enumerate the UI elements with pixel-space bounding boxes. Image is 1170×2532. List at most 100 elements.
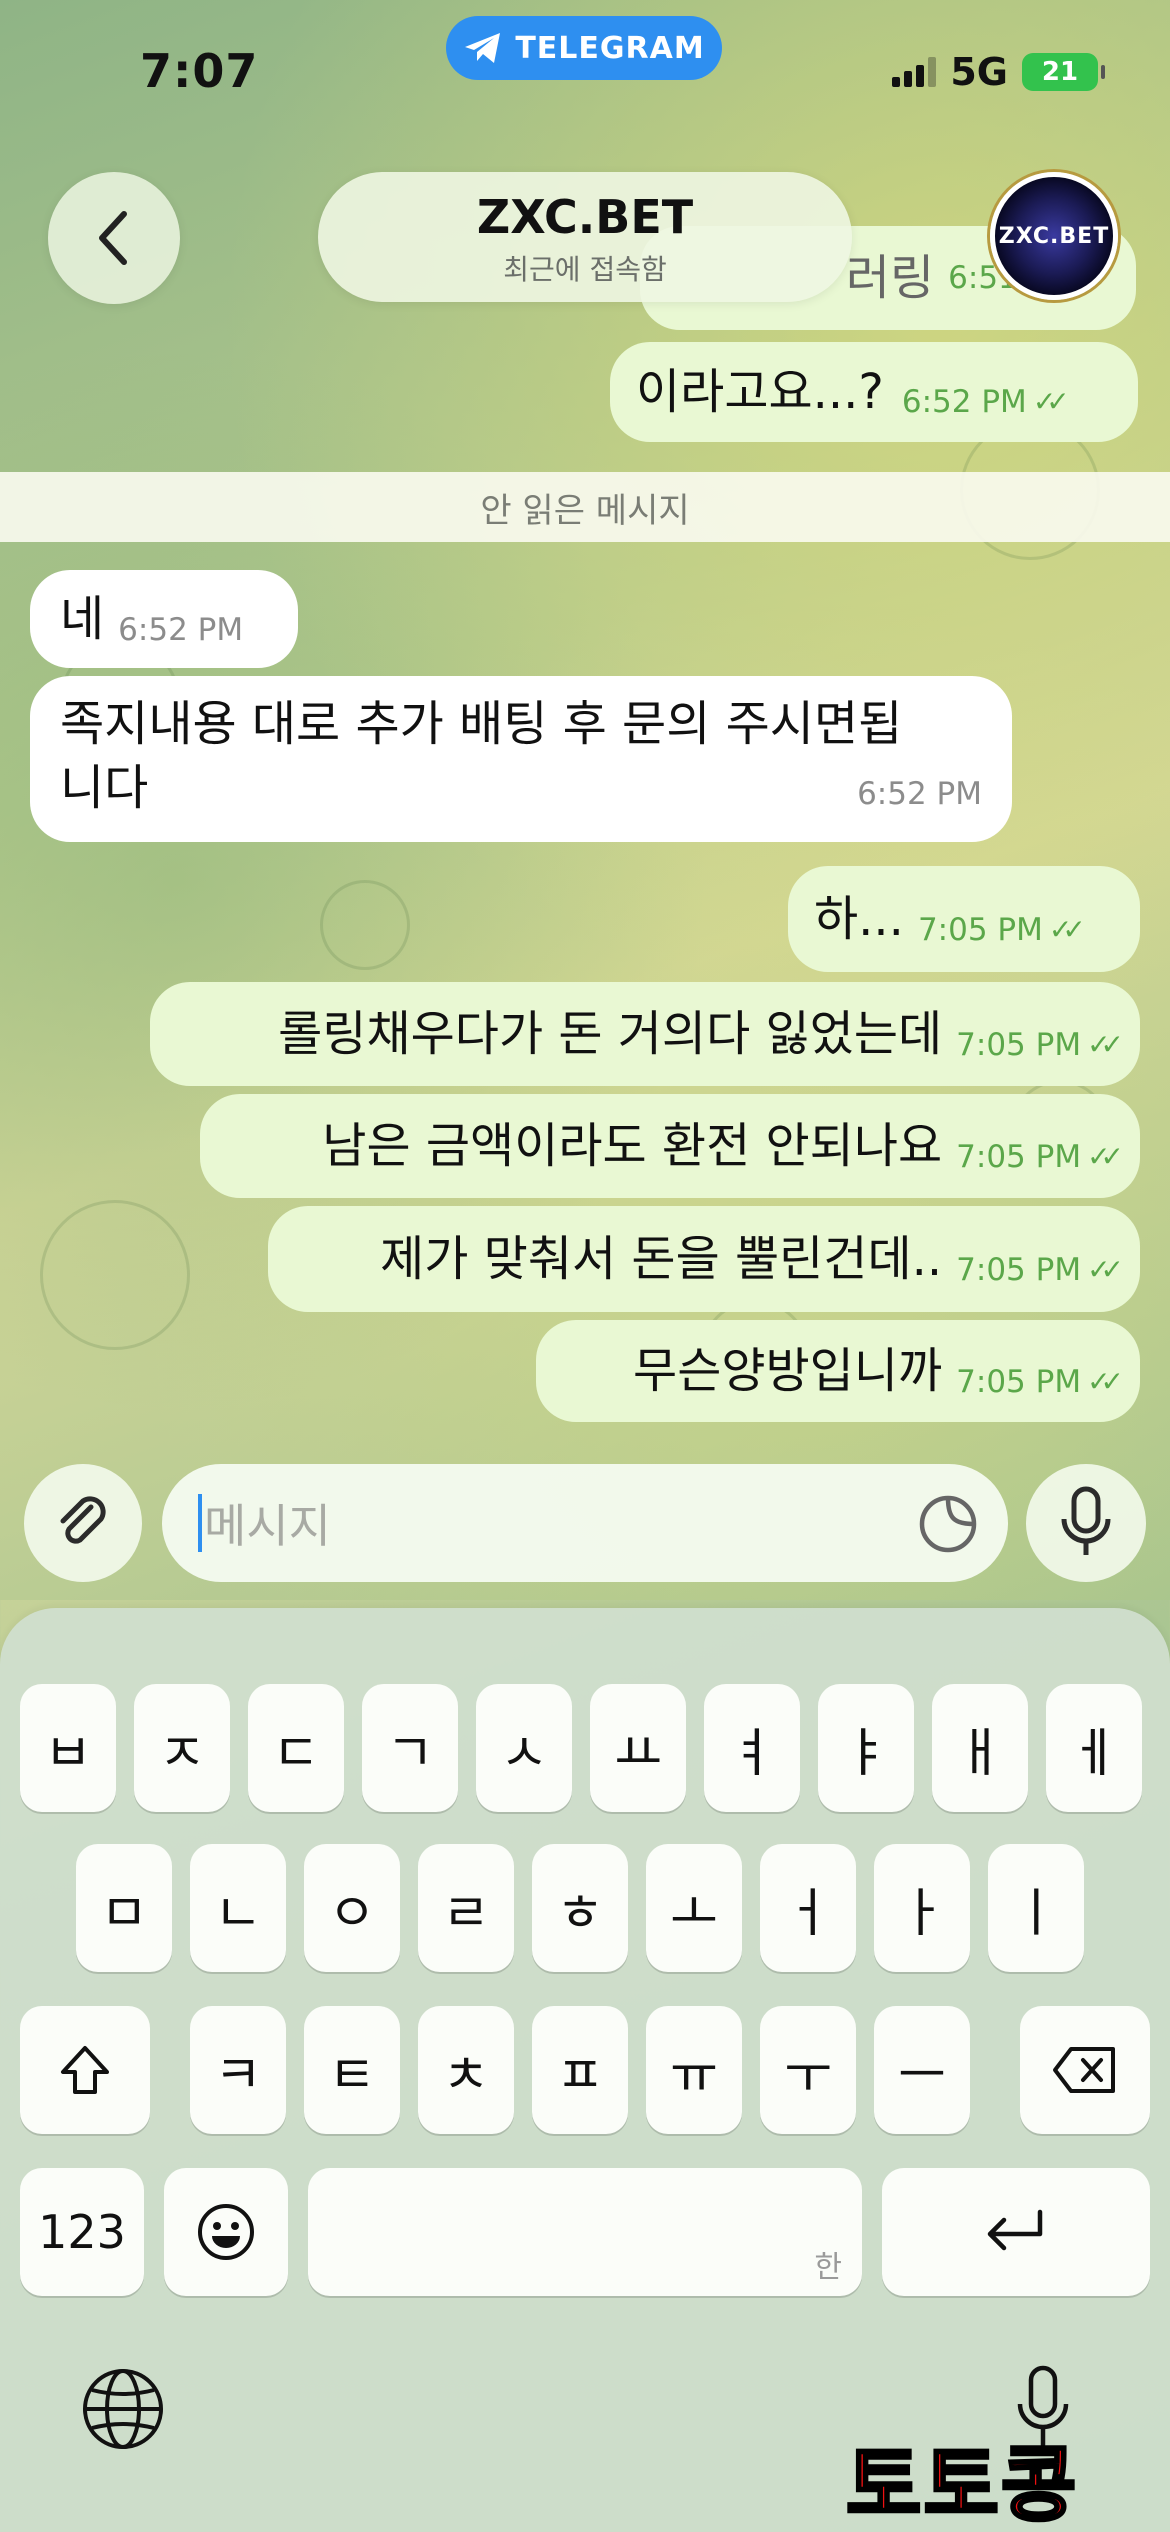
message-text: 하... (814, 891, 904, 947)
emoji-key[interactable] (164, 2168, 288, 2296)
keyboard: ㅂ ㅈ ㄷ ㄱ ㅅ ㅛ ㅕ ㅑ ㅐ ㅔ ㅁ ㄴ ㅇ ㄹ ㅎ ㅗ ㅓ ㅏ ㅣ ㅋ … (0, 1608, 1170, 2532)
watermark-logo: 토토콩 (844, 2437, 1079, 2532)
read-check-icon: ✓✓ (1032, 385, 1070, 418)
message-time: 7:05 PM (956, 1364, 1082, 1400)
text-caret (198, 1494, 202, 1552)
key[interactable]: ㅜ (760, 2006, 856, 2134)
key[interactable]: ㅈ (134, 1684, 230, 1812)
telegram-pill-label: TELEGRAM (515, 30, 705, 66)
key[interactable]: ㅛ (590, 1684, 686, 1812)
message-text: 러링 (845, 250, 935, 306)
space-key-language-hint: 한 (814, 2250, 842, 2285)
message-text: 무슨양방입니까 (633, 1343, 943, 1399)
signal-icon (892, 57, 937, 87)
return-icon (987, 2209, 1043, 2251)
microphone-icon (1061, 1486, 1111, 1555)
telegram-icon (465, 33, 501, 63)
status-time: 7:07 (140, 44, 259, 98)
message-bubble[interactable]: 네 6:52 PM (30, 570, 298, 668)
key[interactable]: ㅊ (418, 2006, 514, 2134)
sticker-icon[interactable] (918, 1494, 978, 1554)
key[interactable]: ㅐ (932, 1684, 1028, 1812)
battery-icon: 21 (1022, 53, 1105, 91)
key[interactable]: ㅎ (532, 1844, 628, 1972)
shift-key[interactable] (20, 2006, 150, 2134)
message-input-placeholder: 메시지 (204, 1499, 331, 1553)
globe-icon (83, 2369, 163, 2449)
key[interactable]: ㅣ (988, 1844, 1084, 1972)
key[interactable]: ㄴ (190, 1844, 286, 1972)
message-text: 남은 금액이라도 환전 안되나요 (322, 1118, 943, 1174)
chevron-left-icon (99, 211, 127, 265)
message-time: 6:52 PM (857, 776, 982, 812)
key[interactable]: ㅕ (704, 1684, 800, 1812)
key[interactable]: ㅗ (646, 1844, 742, 1972)
key[interactable]: ㄱ (362, 1684, 458, 1812)
key[interactable]: ㅓ (760, 1844, 856, 1972)
key[interactable]: ㅑ (818, 1684, 914, 1812)
chat-title[interactable]: ZXC.BET 최근에 접속함 (318, 172, 852, 302)
read-check-icon: ✓✓ (1087, 1365, 1124, 1398)
unread-divider: 안 읽은 메시지 (0, 472, 1170, 542)
message-bubble[interactable]: 이라고요...? 6:52 PM ✓✓ (610, 342, 1138, 442)
key[interactable]: ㅌ (304, 2006, 400, 2134)
message-time: 7:05 PM (956, 1139, 1082, 1175)
message-time: 6:52 PM (901, 384, 1027, 420)
key[interactable]: ㅍ (532, 2006, 628, 2134)
message-bubble[interactable]: 롤링채우다가 돈 거의다 잃었는데 7:05 PM ✓✓ (150, 982, 1140, 1086)
backspace-icon (1053, 2047, 1115, 2093)
emoji-icon (198, 2204, 254, 2260)
battery-level: 21 (1041, 57, 1079, 87)
space-key[interactable]: 한 (308, 2168, 862, 2296)
message-text: 네 (60, 591, 105, 647)
message-text-continued: 니다 (60, 760, 149, 816)
chat-status: 최근에 접속함 (503, 253, 667, 286)
message-bubble[interactable]: 제가 맞춰서 돈을 뿔린건데.. 7:05 PM ✓✓ (268, 1206, 1140, 1312)
message-bubble[interactable]: 족지내용 대로 추가 배팅 후 문의 주시면됩 니다 6:52 PM (30, 676, 1012, 842)
key[interactable]: ㅡ (874, 2006, 970, 2134)
avatar[interactable]: ZXC.BET (990, 172, 1118, 300)
message-time: 7:05 PM (956, 1252, 1082, 1288)
numbers-key[interactable]: 123 (20, 2168, 144, 2296)
key[interactable]: ㅂ (20, 1684, 116, 1812)
read-check-icon: ✓✓ (1048, 913, 1086, 946)
voice-record-button[interactable] (1026, 1464, 1146, 1582)
key[interactable]: ㄹ (418, 1844, 514, 1972)
message-input[interactable]: 메시지 (162, 1464, 1008, 1582)
return-key[interactable] (882, 2168, 1150, 2296)
message-text: 족지내용 대로 추가 배팅 후 문의 주시면됩 (60, 696, 903, 752)
wallpaper-doodle (320, 880, 410, 970)
chat-name: ZXC.BET (476, 190, 694, 244)
message-time: 6:52 PM (118, 612, 244, 648)
key[interactable]: ㅇ (304, 1844, 400, 1972)
message-text: 제가 맞춰서 돈을 뿔린건데.. (380, 1231, 943, 1287)
shift-icon (61, 2046, 109, 2094)
key[interactable]: ㅠ (646, 2006, 742, 2134)
read-check-icon: ✓✓ (1087, 1140, 1124, 1173)
backspace-key[interactable] (1020, 2006, 1150, 2134)
status-indicators: 5G 21 (892, 50, 1105, 94)
message-text: 롤링채우다가 돈 거의다 잃었는데 (278, 1006, 943, 1062)
key[interactable]: ㅏ (874, 1844, 970, 1972)
message-time: 7:05 PM (917, 912, 1043, 948)
attach-button[interactable] (24, 1464, 142, 1582)
wallpaper-doodle (40, 1200, 190, 1350)
paperclip-icon (60, 1496, 106, 1544)
message-bubble[interactable]: 하... 7:05 PM ✓✓ (788, 866, 1140, 972)
telegram-pill[interactable]: TELEGRAM (446, 16, 722, 80)
message-bubble[interactable]: 무슨양방입니까 7:05 PM ✓✓ (536, 1320, 1140, 1422)
message-text: 이라고요...? (636, 364, 884, 420)
avatar-text: ZXC.BET (998, 223, 1110, 249)
key[interactable]: ㅔ (1046, 1684, 1142, 1812)
read-check-icon: ✓✓ (1087, 1253, 1124, 1286)
key[interactable]: ㄷ (248, 1684, 344, 1812)
network-type: 5G (950, 50, 1008, 94)
back-button[interactable] (48, 172, 180, 304)
key[interactable]: ㅁ (76, 1844, 172, 1972)
key[interactable]: ㅋ (190, 2006, 286, 2134)
key[interactable]: ㅅ (476, 1684, 572, 1812)
message-time: 7:05 PM (956, 1027, 1082, 1063)
globe-button[interactable] (80, 2366, 166, 2456)
message-bubble[interactable]: 남은 금액이라도 환전 안되나요 7:05 PM ✓✓ (200, 1094, 1140, 1198)
read-check-icon: ✓✓ (1087, 1028, 1124, 1061)
